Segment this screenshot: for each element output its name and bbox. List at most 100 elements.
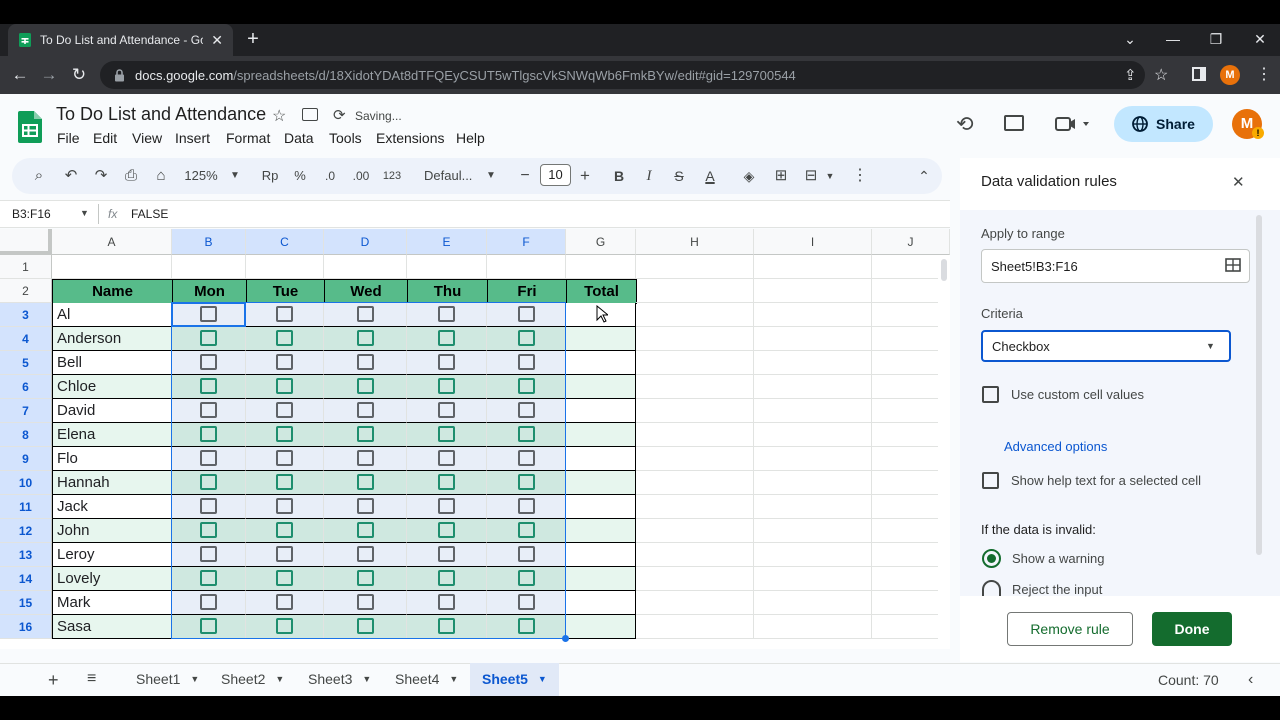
attendance-checkbox[interactable] xyxy=(276,330,293,346)
attendance-checkbox[interactable] xyxy=(200,498,217,514)
empty-cell[interactable] xyxy=(754,303,872,327)
fill-color-icon[interactable]: ◈ xyxy=(739,165,759,187)
side-panel-icon[interactable] xyxy=(1192,67,1206,81)
checkbox-cell[interactable] xyxy=(246,543,324,567)
checkbox-cell[interactable] xyxy=(487,567,566,591)
total-cell[interactable] xyxy=(566,423,636,447)
checkbox-cell[interactable] xyxy=(407,471,487,495)
tab-search-icon[interactable]: ⌄ xyxy=(1118,28,1142,50)
attendance-checkbox[interactable] xyxy=(438,594,455,610)
attendance-checkbox[interactable] xyxy=(517,330,535,346)
checkbox-cell[interactable] xyxy=(487,615,566,639)
checkbox-cell[interactable] xyxy=(487,495,566,519)
checkbox-cell[interactable] xyxy=(407,303,487,327)
empty-cell[interactable] xyxy=(636,567,754,591)
checkbox-cell[interactable] xyxy=(487,471,566,495)
checkbox-cell[interactable] xyxy=(172,615,246,639)
selection-count[interactable]: Count: 70 xyxy=(1158,672,1219,688)
empty-cell[interactable] xyxy=(754,519,872,543)
total-cell[interactable] xyxy=(566,543,636,567)
total-cell[interactable] xyxy=(566,447,636,471)
checkbox-cell[interactable] xyxy=(324,423,407,447)
collapse-side-panel-icon[interactable]: ‹ xyxy=(1248,671,1253,689)
checkbox-cell[interactable] xyxy=(407,543,487,567)
attendance-checkbox[interactable] xyxy=(517,594,535,610)
checkbox-cell[interactable] xyxy=(407,519,487,543)
attendance-checkbox[interactable] xyxy=(276,594,293,610)
comments-icon[interactable] xyxy=(1004,115,1024,131)
empty-cell[interactable] xyxy=(754,375,872,399)
increase-decimal-button[interactable]: .00 xyxy=(348,165,374,187)
column-header-b[interactable]: B xyxy=(172,229,246,255)
checkbox-cell[interactable] xyxy=(246,375,324,399)
attendance-checkbox[interactable] xyxy=(276,306,293,322)
row-header-16[interactable]: 16 xyxy=(0,615,52,639)
checkbox-cell[interactable] xyxy=(487,519,566,543)
name-cell[interactable]: Sasa xyxy=(52,615,172,639)
empty-cell[interactable] xyxy=(636,447,754,471)
sheet-dropdown-icon[interactable]: ▼ xyxy=(538,663,547,696)
attendance-checkbox[interactable] xyxy=(356,570,374,586)
checkbox-cell[interactable] xyxy=(172,327,246,351)
attendance-checkbox[interactable] xyxy=(438,570,455,586)
checkbox-cell[interactable] xyxy=(324,447,407,471)
row-header-10[interactable]: 10 xyxy=(0,471,52,495)
sheet-dropdown-icon[interactable]: ▼ xyxy=(190,663,199,696)
checkbox-cell[interactable] xyxy=(246,615,324,639)
column-header-f[interactable]: F xyxy=(487,229,566,255)
attendance-checkbox[interactable] xyxy=(276,402,293,418)
checkbox-cell[interactable] xyxy=(172,543,246,567)
empty-cell[interactable] xyxy=(754,591,872,615)
attendance-checkbox[interactable] xyxy=(517,306,535,322)
close-tab-icon[interactable]: ✕ xyxy=(211,32,223,49)
close-panel-icon[interactable]: ✕ xyxy=(1232,173,1245,191)
empty-cell[interactable] xyxy=(636,615,754,639)
column-header-h[interactable]: H xyxy=(636,229,754,255)
attendance-checkbox[interactable] xyxy=(438,378,455,394)
checkbox-cell[interactable] xyxy=(487,375,566,399)
attendance-checkbox[interactable] xyxy=(438,450,455,466)
menu-view[interactable]: View xyxy=(132,130,162,146)
attendance-checkbox[interactable] xyxy=(200,354,217,370)
checkbox-cell[interactable] xyxy=(246,567,324,591)
share-button[interactable]: Share xyxy=(1114,106,1213,142)
empty-cell[interactable] xyxy=(636,399,754,423)
attendance-checkbox[interactable] xyxy=(438,354,455,370)
name-cell[interactable]: David xyxy=(52,399,172,423)
menu-extensions[interactable]: Extensions xyxy=(376,130,444,146)
attendance-checkbox[interactable] xyxy=(356,354,374,370)
profile-avatar[interactable]: M xyxy=(1220,65,1240,85)
row-header-15[interactable]: 15 xyxy=(0,591,52,615)
checkbox-cell[interactable] xyxy=(246,591,324,615)
attendance-checkbox[interactable] xyxy=(200,594,217,610)
checkbox-cell[interactable] xyxy=(324,399,407,423)
name-cell[interactable]: Elena xyxy=(52,423,172,447)
name-box-dropdown-icon[interactable]: ▼ xyxy=(80,208,89,218)
header-cell-wed[interactable]: Wed xyxy=(324,279,408,304)
empty-cell[interactable] xyxy=(636,543,754,567)
header-cell-thu[interactable]: Thu xyxy=(407,279,488,304)
checkbox-cell[interactable] xyxy=(172,399,246,423)
checkbox-cell[interactable] xyxy=(324,615,407,639)
checkbox-cell[interactable] xyxy=(324,303,407,327)
empty-cell[interactable] xyxy=(636,303,754,327)
column-header-a[interactable]: A xyxy=(52,229,172,255)
menu-edit[interactable]: Edit xyxy=(93,130,117,146)
show-warning-radio[interactable] xyxy=(982,549,1001,568)
empty-cell[interactable] xyxy=(754,471,872,495)
name-cell[interactable]: Hannah xyxy=(52,471,172,495)
attendance-checkbox[interactable] xyxy=(200,450,217,466)
checkbox-cell[interactable] xyxy=(172,471,246,495)
attendance-checkbox[interactable] xyxy=(356,426,374,442)
name-cell[interactable]: Al xyxy=(52,303,172,327)
merge-dropdown-icon[interactable]: ▼ xyxy=(823,165,837,187)
checkbox-cell[interactable] xyxy=(487,423,566,447)
checkbox-cell[interactable] xyxy=(246,423,324,447)
name-cell[interactable]: Leroy xyxy=(52,543,172,567)
star-icon[interactable]: ☆ xyxy=(272,106,286,126)
checkbox-cell[interactable] xyxy=(324,495,407,519)
decrease-font-size-icon[interactable]: − xyxy=(516,165,534,187)
checkbox-cell[interactable] xyxy=(172,591,246,615)
sheet-tab-1[interactable]: Sheet1 ▼ xyxy=(136,663,199,696)
attendance-checkbox[interactable] xyxy=(438,306,455,322)
